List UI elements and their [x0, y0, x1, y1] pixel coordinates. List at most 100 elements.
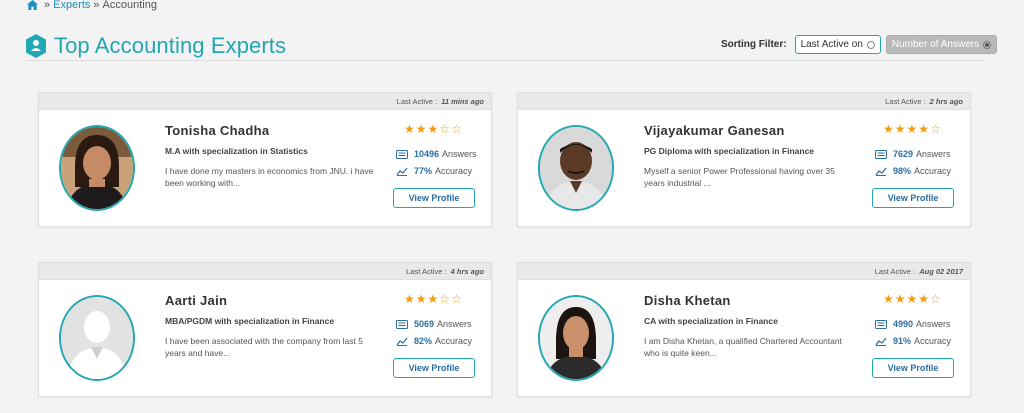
star-full-icon: ★ — [427, 292, 439, 306]
last-active: Last Active : 2 hrs ago — [518, 93, 970, 110]
accuracy-chart-icon — [396, 167, 408, 176]
accuracy-value: 98% — [893, 166, 912, 176]
view-profile-button[interactable]: View Profile — [393, 188, 475, 208]
answers-icon — [875, 319, 887, 329]
view-profile-button[interactable]: View Profile — [872, 188, 954, 208]
sort-number-of-answers-button[interactable]: Number of Answers — [885, 35, 998, 54]
rating-stars: ★ ★ ★ ☆ ☆ — [404, 123, 463, 135]
breadcrumb-separator: » — [44, 0, 51, 11]
breadcrumb: » Experts » Accounting — [27, 0, 157, 12]
accuracy: 82% Accuracy — [396, 336, 472, 346]
expert-photo — [540, 127, 612, 209]
rating-stars: ★ ★ ★ ★ ☆ — [883, 123, 942, 135]
accuracy-chart-icon — [875, 337, 887, 346]
expert-name[interactable]: Tonisha Chadha — [165, 123, 269, 138]
answers-value: 4990 — [893, 319, 914, 329]
star-full-icon: ★ — [918, 292, 930, 306]
accuracy-label: Accuracy — [435, 166, 473, 176]
star-full-icon: ★ — [906, 122, 918, 136]
expert-name[interactable]: Disha Khetan — [644, 293, 731, 308]
expert-card: Last Active : 2 hrs ago Vijayakumar Gane… — [517, 92, 971, 227]
answers-value: 5069 — [414, 319, 435, 329]
answers-icon — [396, 319, 408, 329]
last-active: Last Active : Aug 02 2017 — [518, 263, 970, 280]
star-empty-icon: ☆ — [451, 122, 462, 136]
answers-count: 10496 Answers — [396, 149, 477, 159]
last-active-value: 4 hrs ago — [450, 267, 484, 276]
accuracy: 91% Accuracy — [875, 336, 951, 346]
answers-value: 10496 — [414, 149, 440, 159]
accuracy-value: 77% — [414, 166, 433, 176]
expert-bio: I am Disha Khetan, a qualified Chartered… — [644, 336, 842, 358]
last-active-value: 2 hrs ago — [929, 97, 963, 106]
breadcrumb-separator: » — [93, 0, 100, 11]
expert-bio: I have done my masters in economics from… — [165, 166, 374, 188]
star-full-icon: ★ — [906, 292, 918, 306]
accuracy-chart-icon — [875, 167, 887, 176]
star-empty-icon: ☆ — [439, 122, 451, 136]
sorting-filter: Sorting Filter: Last Active on Number of… — [721, 35, 1002, 54]
placeholder-person-icon — [61, 297, 133, 379]
last-active-label: Last Active : — [396, 97, 438, 106]
answers-label: Answers — [442, 149, 477, 159]
answers-icon — [875, 149, 887, 159]
accuracy-label: Accuracy — [914, 166, 952, 176]
last-active-value: Aug 02 2017 — [919, 267, 963, 276]
expert-card: Last Active : Aug 02 2017 Disha Khetan C… — [517, 262, 971, 397]
expert-photo — [540, 297, 612, 379]
expert-bio: I have been associated with the company … — [165, 336, 363, 358]
expert-specialization: M.A with specialization in Statistics — [165, 146, 308, 156]
radio-icon — [866, 40, 875, 49]
answers-icon — [396, 149, 408, 159]
page-title: Top Accounting Experts — [54, 33, 287, 58]
star-full-icon: ★ — [883, 292, 894, 306]
last-active: Last Active : 4 hrs ago — [39, 263, 491, 280]
star-full-icon: ★ — [427, 122, 439, 136]
star-empty-icon: ☆ — [930, 292, 941, 306]
accuracy-value: 82% — [414, 336, 433, 346]
expert-name[interactable]: Aarti Jain — [165, 293, 227, 308]
accuracy: 98% Accuracy — [875, 166, 951, 176]
star-full-icon: ★ — [883, 122, 894, 136]
expert-badge-icon — [26, 34, 46, 58]
expert-name[interactable]: Vijayakumar Ganesan — [644, 123, 785, 138]
expert-card: Last Active : 11 mins ago Tonisha Chadha… — [38, 92, 492, 227]
expert-specialization: CA with specialization in Finance — [644, 316, 778, 326]
star-full-icon: ★ — [894, 122, 906, 136]
last-active-label: Last Active : — [885, 97, 926, 106]
breadcrumb-experts-link[interactable]: Experts — [53, 0, 90, 11]
last-active-label: Last Active : — [874, 267, 916, 276]
rating-stars: ★ ★ ★ ☆ ☆ — [404, 293, 463, 305]
accuracy-value: 91% — [893, 336, 912, 346]
avatar[interactable] — [538, 295, 614, 381]
expert-photo — [61, 127, 133, 209]
star-full-icon: ★ — [918, 122, 930, 136]
expert-specialization: MBA/PGDM with specialization in Finance — [165, 316, 335, 326]
avatar[interactable] — [59, 125, 135, 211]
rating-stars: ★ ★ ★ ★ ☆ — [883, 293, 942, 305]
star-full-icon: ★ — [404, 292, 415, 306]
view-profile-button[interactable]: View Profile — [872, 358, 954, 378]
sorting-filter-label: Sorting Filter: — [721, 39, 787, 50]
sort-last-active-button[interactable]: Last Active on — [794, 35, 881, 54]
answers-value: 7629 — [893, 149, 914, 159]
page-header: Top Accounting Experts — [26, 33, 286, 59]
answers-count: 5069 Answers — [396, 319, 472, 329]
expert-card: Last Active : 4 hrs ago Aarti Jain MBA/P… — [38, 262, 492, 397]
answers-label: Answers — [916, 149, 951, 159]
last-active-value: 11 mins ago — [441, 97, 484, 106]
last-active-label: Last Active : — [406, 267, 447, 276]
accuracy: 77% Accuracy — [396, 166, 472, 176]
expert-specialization: PG Diploma with specialization in Financ… — [644, 146, 815, 156]
avatar[interactable] — [59, 295, 135, 381]
star-full-icon: ★ — [415, 292, 427, 306]
answers-label: Answers — [916, 319, 951, 329]
star-full-icon: ★ — [404, 122, 415, 136]
accuracy-label: Accuracy — [914, 336, 952, 346]
home-icon[interactable] — [27, 0, 38, 10]
answers-count: 4990 Answers — [875, 319, 951, 329]
expert-bio: Myself a senior Power Professional havin… — [644, 166, 835, 188]
avatar[interactable] — [538, 125, 614, 211]
view-profile-button[interactable]: View Profile — [393, 358, 475, 378]
star-empty-icon: ☆ — [439, 292, 451, 306]
